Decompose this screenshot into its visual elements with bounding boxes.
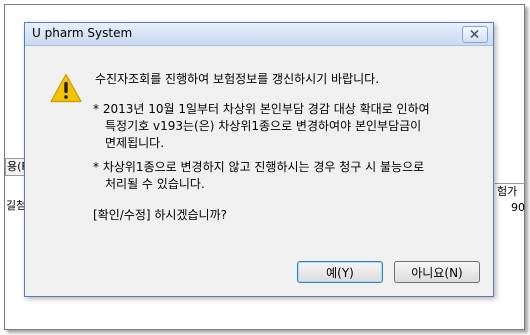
close-button[interactable] (462, 26, 488, 43)
dialog-title: U pharm System (32, 26, 133, 40)
notice-2-line-2: 처리될 수 있습니다. (105, 177, 205, 191)
no-button[interactable]: 아니요(N) (394, 261, 480, 283)
confirm-question: [확인/수정] 하시겠습니까? (93, 208, 227, 222)
notice-1-line-2: 특정기호 v193는(은) 차상위1종으로 변경하여야 본인부담금이 (105, 119, 422, 133)
notice-text-1: * 2013년 10월 1일부터 차상위 본인부담 경감 대상 확대로 인하여 … (93, 101, 430, 152)
notice-2-line-1: * 차상위1종으로 변경하지 않고 진행하시는 경우 청구 시 불능으로 (93, 160, 425, 174)
dialog-titlebar[interactable]: U pharm System (25, 23, 493, 46)
notice-1-line-1: * 2013년 10월 1일부터 차상위 본인부담 경감 대상 확대로 인하여 (93, 102, 430, 116)
yes-button[interactable]: 예(Y) (297, 261, 383, 283)
dialog-message: 수진자조회를 진행하여 보험정보를 갱신하시기 바랍니다. (95, 72, 380, 86)
warning-icon (50, 73, 82, 103)
background-grid-cell-right: 90 (511, 201, 525, 214)
close-icon (470, 30, 479, 38)
message-dialog: U pharm System 수진자조회를 진행하여 보험정보를 갱신하시기 바… (24, 22, 494, 297)
notice-1-line-3: 면제됩니다. (105, 136, 165, 150)
notice-text-2: * 차상위1종으로 변경하지 않고 진행하시는 경우 청구 시 불능으로 처리될… (93, 159, 424, 193)
background-grid-header-right: 험가 (495, 183, 527, 200)
